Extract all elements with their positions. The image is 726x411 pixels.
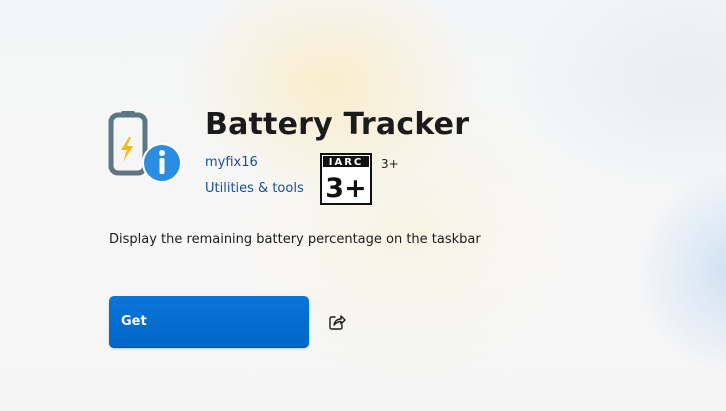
app-title: Battery Tracker xyxy=(205,107,470,142)
age-rating-label: 3+ xyxy=(381,157,399,171)
iarc-rating-badge[interactable]: IARC 3+ xyxy=(320,153,372,205)
app-description: Display the remaining battery percentage… xyxy=(109,232,481,247)
share-button[interactable] xyxy=(325,310,349,334)
app-icon xyxy=(106,108,184,186)
battery-info-icon xyxy=(108,111,182,183)
category-link[interactable]: Utilities & tools xyxy=(205,181,304,196)
share-icon xyxy=(329,315,346,330)
publisher-link[interactable]: myfix16 xyxy=(205,155,258,170)
iarc-badge-label: IARC xyxy=(329,157,364,168)
iarc-badge-age: 3+ xyxy=(325,173,366,204)
get-button[interactable]: Get xyxy=(109,296,309,348)
iarc-rating-icon: IARC 3+ xyxy=(320,153,372,205)
